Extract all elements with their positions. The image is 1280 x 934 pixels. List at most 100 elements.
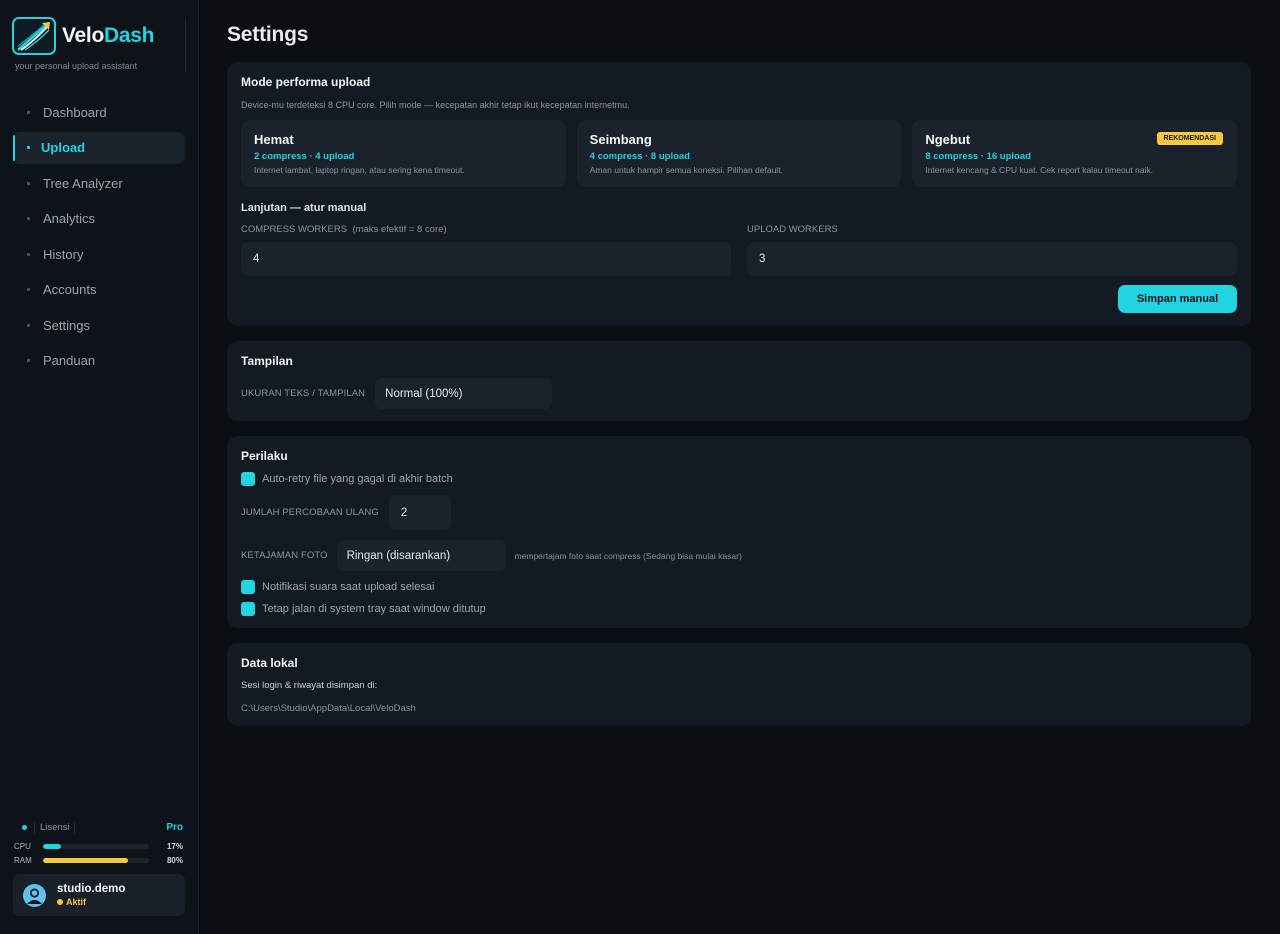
sidebar-nav: Dashboard Upload Tree Analyzer Analytics… (13, 96, 185, 377)
license-tier: Pro (166, 822, 183, 833)
divider (73, 822, 75, 833)
auto-retry-row[interactable]: Auto-retry file yang gagal di akhir batc… (241, 472, 1237, 486)
compress-workers-input[interactable]: 4 (241, 242, 731, 276)
bullet-icon (27, 146, 30, 149)
sharpness-hint: mempertajam foto saat compress (Sedang b… (514, 550, 742, 561)
recommended-badge: REKOMENDASI (1156, 132, 1224, 145)
display-card: Tampilan UKURAN TEKS / TAMPILAN Normal (… (227, 341, 1251, 421)
performance-card: Mode performa upload Device-mu terdeteks… (227, 62, 1251, 326)
notify-checkbox[interactable] (241, 580, 255, 594)
local-data-path: C:\Users\Studio\AppData\Local\VeloDash (241, 703, 416, 714)
sidebar-item-accounts[interactable]: Accounts (13, 274, 185, 306)
retry-count-row: JUMLAH PERCOBAAN ULANG 2 (241, 495, 1237, 530)
mode-option-ngebut[interactable]: Ngebut 8 compress · 16 upload Internet k… (912, 120, 1238, 187)
user-icon (27, 888, 42, 904)
sidebar-item-label: Accounts (43, 282, 97, 297)
status-dot-icon (57, 899, 63, 905)
display-title: Tampilan (241, 354, 293, 368)
display-size-row: UKURAN TEKS / TAMPILAN Normal (100%) (241, 378, 1237, 409)
logo-icon (12, 17, 56, 55)
license-row: Lisensi Pro (13, 822, 185, 833)
performance-title: Mode performa upload (241, 75, 371, 89)
auto-retry-label: Auto-retry file yang gagal di akhir batc… (262, 473, 453, 485)
sidebar: VeloDash your personal upload assistant … (0, 0, 199, 934)
sidebar-item-dashboard[interactable]: Dashboard (13, 96, 185, 128)
user-card[interactable]: studio.demo Aktif (13, 874, 185, 916)
local-data-label: Sesi login & riwayat disimpan di: (241, 680, 378, 691)
brand-name: VeloDash (62, 24, 154, 48)
bullet-icon (27, 252, 30, 256)
tray-row[interactable]: Tetap jalan di system tray saat window d… (241, 602, 1237, 616)
app-window: VeloDash your personal upload assistant … (0, 0, 1280, 934)
mode-option-hemat[interactable]: Hemat 2 compress · 4 upload Internet lam… (241, 120, 566, 187)
sidebar-item-label: Dashboard (43, 104, 107, 120)
performance-desc: Device-mu terdeteksi 8 CPU core. Pilih m… (241, 100, 630, 110)
brand-name-part2: Dash (104, 24, 155, 47)
sidebar-item-label: Analytics (43, 211, 96, 226)
mode-note: Internet kencang & CPU kuat. Cek report … (925, 165, 1154, 175)
mode-spec: 4 compress · 8 upload (589, 151, 690, 162)
bullet-icon (27, 110, 30, 114)
compress-workers-field: COMPRESS WORKERS (maks efektif = 8 core)… (241, 224, 731, 276)
mode-spec: 2 compress · 4 upload (254, 151, 355, 162)
license-status-dot-icon (22, 825, 27, 830)
brand: VeloDash (12, 17, 185, 55)
compress-workers-label: COMPRESS WORKERS (maks efektif = 8 core) (241, 224, 447, 235)
bullet-icon (27, 181, 30, 185)
advanced-title: Lanjutan — atur manual (241, 202, 367, 214)
notify-label: Notifikasi suara saat upload selesai (262, 581, 435, 593)
sidebar-item-history[interactable]: History (13, 238, 185, 270)
sharpness-select[interactable]: Ringan (disarankan) (336, 540, 506, 571)
ram-meter: RAM 80% (13, 853, 185, 867)
sidebar-item-analytics[interactable]: Analytics (13, 203, 185, 235)
sidebar-item-label: History (43, 246, 84, 262)
mode-note: Internet lambat, laptop ringan, atau ser… (254, 165, 465, 175)
mode-name: Seimbang (589, 132, 652, 147)
user-status: Aktif (57, 897, 125, 907)
brand-name-part1: Velo (62, 24, 104, 47)
local-data-title: Data lokal (241, 656, 298, 670)
tray-checkbox[interactable] (241, 602, 255, 616)
bullet-icon (27, 217, 30, 220)
ram-value: 80% (166, 855, 183, 865)
mode-option-seimbang[interactable]: Seimbang 4 compress · 8 upload Aman untu… (576, 120, 902, 187)
sidebar-item-label: Settings (43, 317, 90, 333)
license-label: Lisensi (40, 822, 70, 833)
sidebar-item-label: Panduan (43, 353, 96, 368)
behavior-card: Perilaku Auto-retry file yang gagal di a… (227, 436, 1251, 628)
display-size-select[interactable]: Normal (100%) (375, 378, 553, 409)
main-content: Settings Mode performa upload Device-mu … (199, 0, 1280, 934)
bullet-icon (27, 288, 30, 291)
avatar (23, 883, 46, 907)
sidebar-item-label: Upload (41, 140, 86, 155)
ram-meter-fill (43, 857, 128, 863)
behavior-title: Perilaku (241, 449, 288, 463)
save-manual-button[interactable]: Simpan manual (1118, 285, 1237, 313)
mode-note: Aman untuk hampir semua koneksi. Pilihan… (589, 165, 783, 175)
mode-name: Hemat (254, 132, 294, 147)
tray-label: Tetap jalan di system tray saat window d… (262, 603, 486, 615)
tagline: your personal upload assistant (15, 61, 138, 71)
auto-retry-checkbox[interactable] (241, 472, 255, 486)
sidebar-item-panduan[interactable]: Panduan (13, 345, 185, 377)
upload-workers-input[interactable]: 3 (747, 242, 1237, 276)
ram-label: RAM (14, 855, 32, 865)
mode-options: Hemat 2 compress · 4 upload Internet lam… (241, 120, 1238, 187)
ram-meter-track (43, 857, 149, 863)
cpu-meter: CPU 17% (13, 839, 185, 853)
upload-workers-label: UPLOAD WORKERS (747, 224, 838, 235)
manual-fields: COMPRESS WORKERS (maks efektif = 8 core)… (241, 224, 1237, 276)
sidebar-footer: Lisensi Pro CPU 17% RAM 80% studio.demo … (13, 822, 185, 916)
sidebar-item-tree-analyzer[interactable]: Tree Analyzer (13, 167, 185, 199)
divider (34, 822, 35, 833)
sidebar-item-upload[interactable]: Upload (13, 131, 185, 164)
upload-workers-field: UPLOAD WORKERS 3 (747, 224, 1237, 276)
local-data-card: Data lokal Sesi login & riwayat disimpan… (227, 643, 1251, 726)
bullet-icon (27, 323, 30, 327)
user-info: studio.demo Aktif (57, 883, 125, 907)
display-size-label: UKURAN TEKS / TAMPILAN (241, 388, 366, 399)
retry-count-input[interactable]: 2 (388, 495, 451, 530)
sidebar-item-label: Tree Analyzer (43, 175, 123, 191)
notify-row[interactable]: Notifikasi suara saat upload selesai (241, 580, 1237, 594)
sidebar-item-settings[interactable]: Settings (13, 309, 185, 341)
